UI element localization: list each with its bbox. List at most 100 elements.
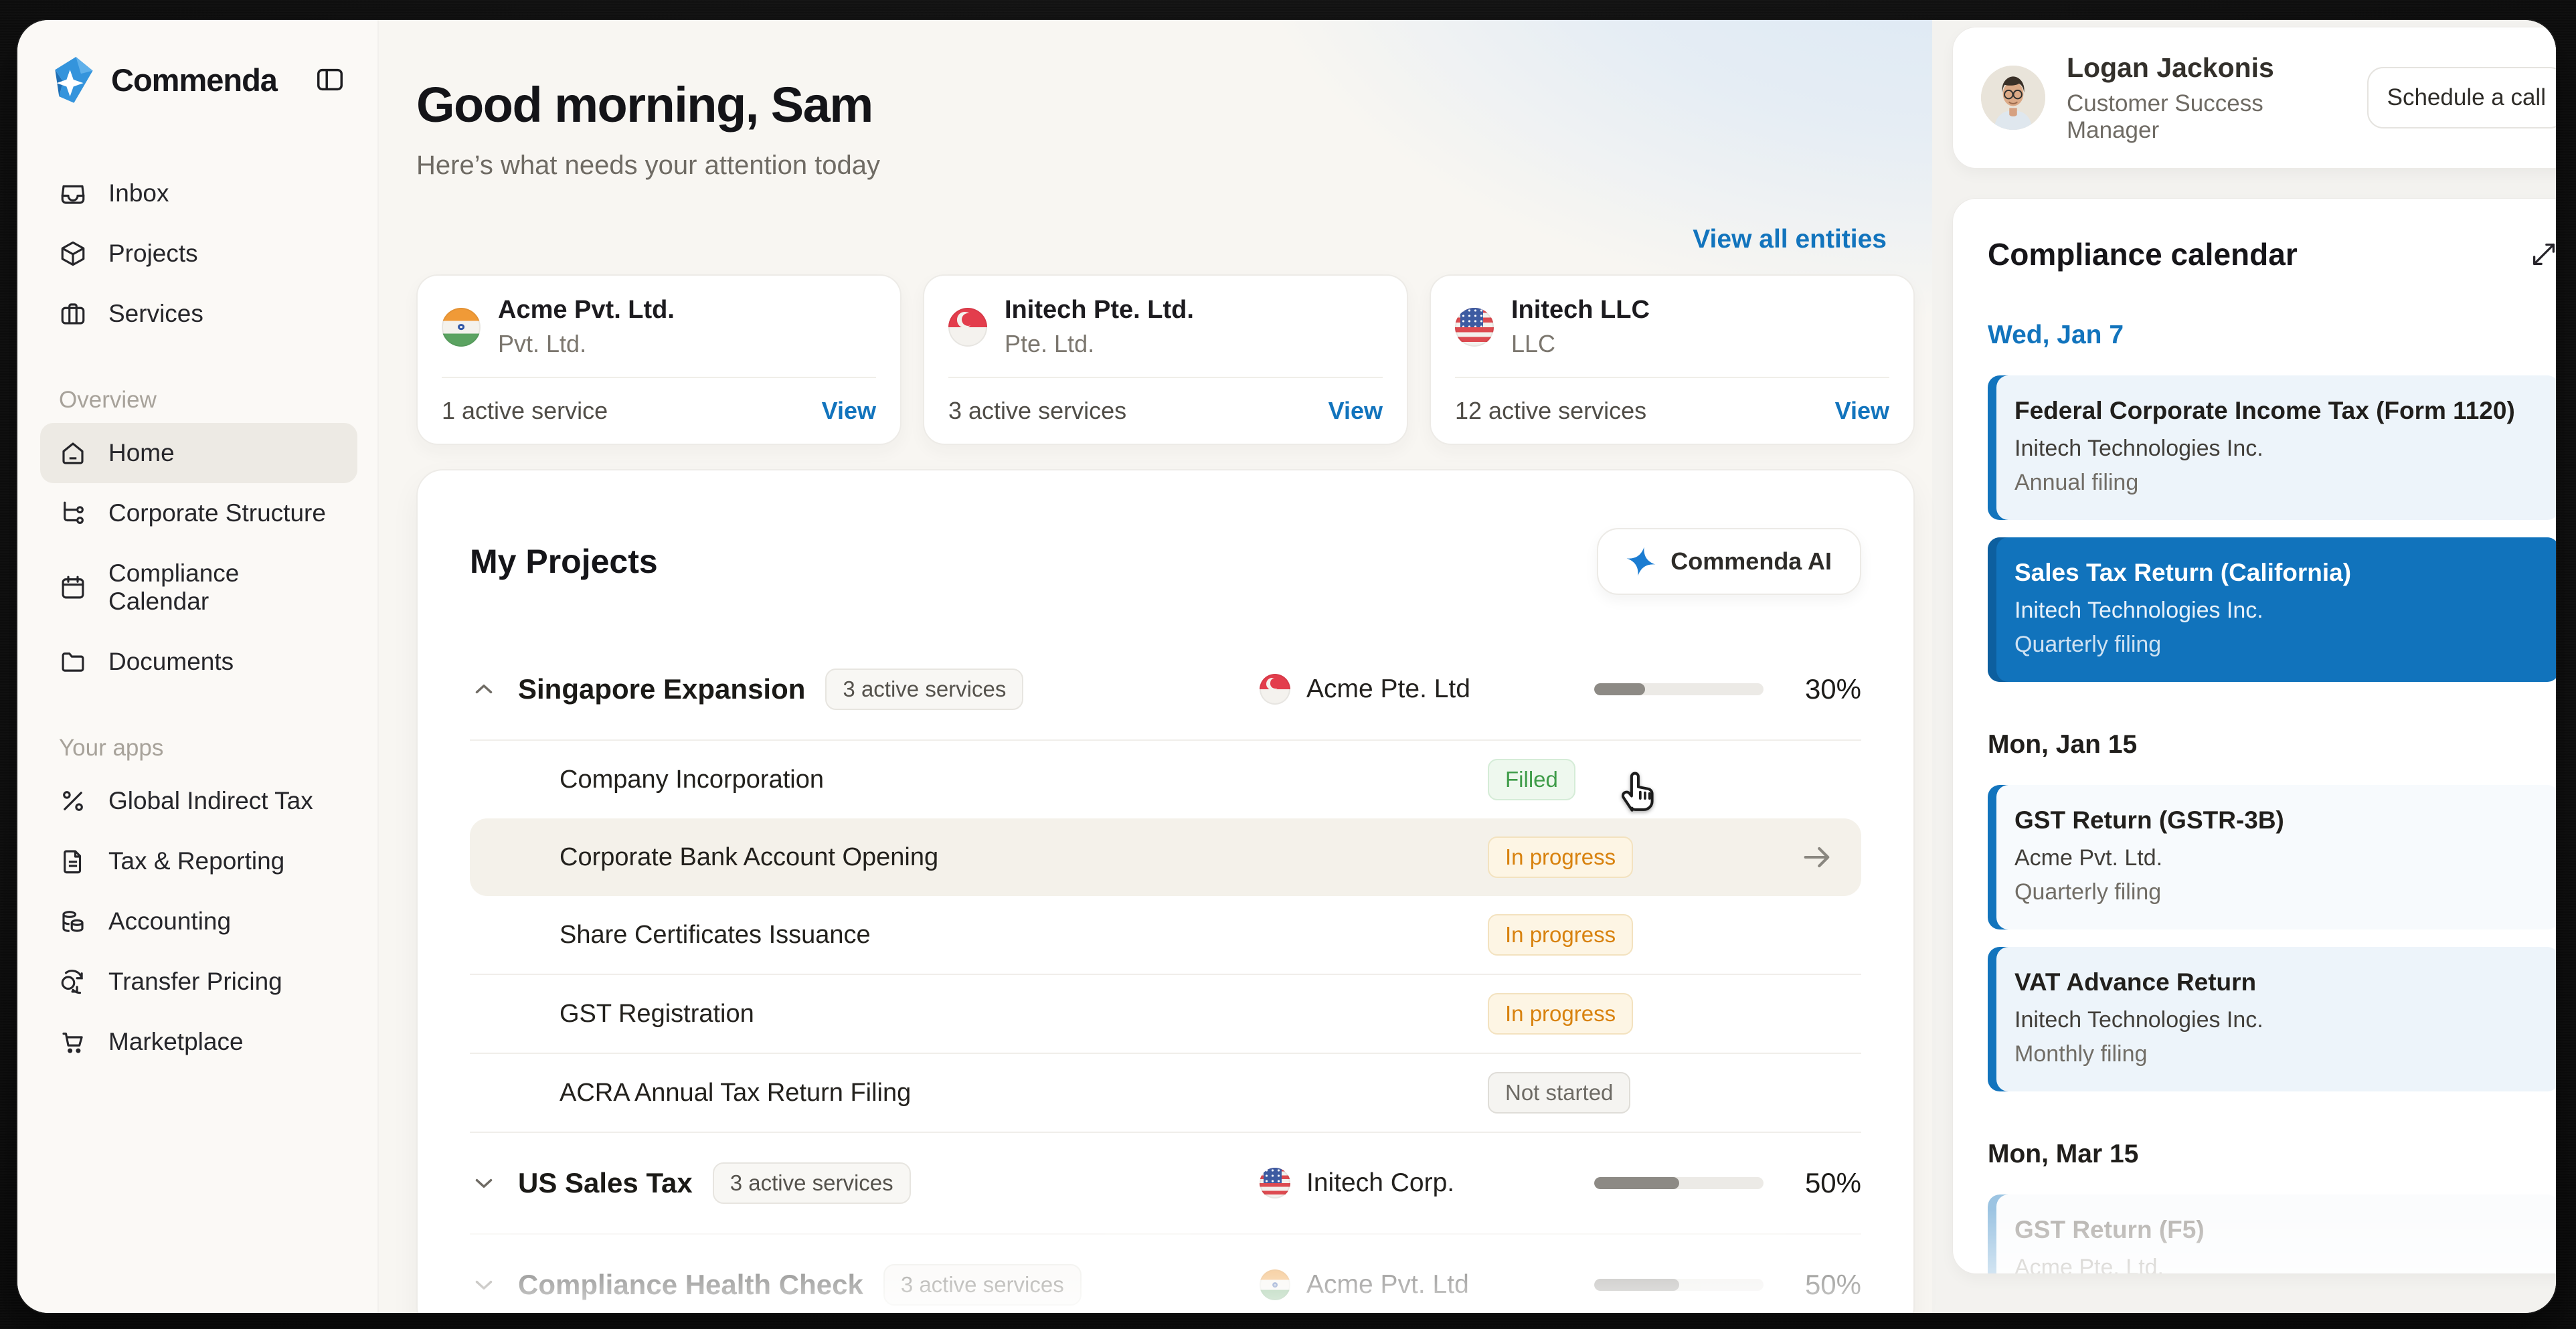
- calendar-event-gst-f5[interactable]: GST Return (F5) Acme Pte. Ltd. Quarterly…: [1988, 1194, 2556, 1274]
- entity-type: Pte. Ltd.: [1005, 330, 1095, 357]
- project-group-name: Singapore Expansion: [518, 673, 806, 705]
- sidebar-item-corporate-structure[interactable]: Corporate Structure: [40, 483, 357, 543]
- project-group-singapore-expansion[interactable]: Singapore Expansion 3 active services Ac…: [470, 639, 1861, 739]
- task-name: ACRA Annual Tax Return Filing: [560, 1078, 912, 1107]
- chevron-down-icon: [475, 1178, 493, 1188]
- entity-services-count: 12 active services: [1455, 397, 1647, 424]
- calendar-event-form-1120[interactable]: Federal Corporate Income Tax (Form 1120)…: [1988, 375, 2556, 520]
- csm-role: Customer Success Manager: [2067, 90, 2263, 143]
- sidebar-item-projects[interactable]: Projects: [40, 224, 357, 284]
- status-badge: Not started: [1488, 1072, 1631, 1114]
- briefcase-icon: [61, 303, 85, 325]
- entity-card-initech-llc[interactable]: Initech LLC LLC 12 active services View: [1430, 274, 1915, 445]
- sidebar-item-accounting[interactable]: Accounting: [40, 891, 357, 952]
- status-badge: In progress: [1488, 836, 1634, 878]
- singapore-flag-icon: [1260, 674, 1290, 705]
- sidebar-item-tax-reporting[interactable]: Tax & Reporting: [40, 831, 357, 891]
- divider: [1455, 377, 1889, 378]
- entity-card-acme-pvt[interactable]: Acme Pvt. Ltd. Pvt. Ltd. 1 active servic…: [416, 274, 901, 445]
- entity-type: Pvt. Ltd.: [498, 330, 587, 357]
- sidebar-item-label: Accounting: [108, 907, 232, 935]
- sidebar-item-compliance-calendar[interactable]: Compliance Calendar: [40, 543, 357, 632]
- sidebar-item-label: Compliance Calendar: [108, 559, 240, 615]
- task-row-gst-registration[interactable]: GST Registration In progress: [470, 974, 1861, 1053]
- transfer-arrows-icon: [61, 970, 83, 994]
- cart-icon: [62, 1033, 83, 1053]
- sidebar-item-label: Tax & Reporting: [108, 847, 285, 875]
- calendar-event-vat-advance-return[interactable]: VAT Advance Return Initech Technologies …: [1988, 947, 2556, 1091]
- event-entity: Initech Technologies Inc.: [2014, 436, 2263, 461]
- calendar-date-jan7: Wed, Jan 7: [1988, 321, 2124, 349]
- entity-view-link[interactable]: View: [822, 397, 876, 425]
- task-name: Corporate Bank Account Opening: [560, 843, 939, 871]
- cube-icon: [61, 241, 85, 266]
- event-title: GST Return (F5): [2014, 1216, 2205, 1243]
- project-group-compliance-health-check[interactable]: Compliance Health Check 3 active service…: [470, 1233, 1861, 1313]
- sidebar-item-label: Global Indirect Tax: [108, 787, 313, 814]
- sidebar-item-label: Transfer Pricing: [108, 968, 282, 995]
- brand: Commenda: [40, 55, 357, 104]
- entity-view-link[interactable]: View: [1328, 397, 1383, 425]
- active-services-badge: 3 active services: [883, 1264, 1082, 1306]
- compliance-calendar-card: Compliance calendar Wed, Jan 7 Federal C…: [1952, 198, 2556, 1274]
- project-group-us-sales-tax[interactable]: US Sales Tax 3 active services Initech C…: [470, 1132, 1861, 1233]
- commenda-logo-icon: [48, 55, 98, 104]
- india-flag-icon: [1260, 1269, 1290, 1300]
- sidebar-item-home[interactable]: Home: [40, 423, 357, 483]
- sidebar-item-label: Documents: [108, 648, 234, 675]
- main-content: Good morning, Sam Here’s what needs your…: [379, 20, 1932, 1313]
- progress-bar: [1594, 1279, 1764, 1291]
- entity-card-initech-pte[interactable]: Initech Pte. Ltd. Pte. Ltd. 3 active ser…: [923, 274, 1408, 445]
- sidebar: Commenda Inbox Projects Services Overvie…: [17, 20, 379, 1313]
- event-entity: Initech Technologies Inc.: [2014, 598, 2263, 623]
- status-badge: In progress: [1488, 914, 1634, 956]
- sidebar-item-global-indirect-tax[interactable]: Global Indirect Tax: [40, 771, 357, 831]
- sidebar-item-services[interactable]: Services: [40, 284, 357, 344]
- calendar-event-sales-tax-california[interactable]: Sales Tax Return (California) Initech Te…: [1988, 537, 2556, 682]
- us-flag-icon: [1455, 307, 1494, 347]
- entity-view-link[interactable]: View: [1835, 397, 1889, 425]
- task-row-corporate-bank-account-opening[interactable]: Corporate Bank Account Opening In progre…: [470, 818, 1861, 896]
- folder-icon: [62, 652, 84, 672]
- percent-icon: [63, 791, 83, 811]
- sidebar-item-label: Inbox: [108, 179, 169, 207]
- task-row-share-certificates-issuance[interactable]: Share Certificates Issuance In progress: [470, 896, 1861, 974]
- progress-percent: 50%: [1804, 1167, 1861, 1199]
- commenda-ai-button[interactable]: Commenda AI: [1597, 528, 1861, 595]
- divider: [442, 377, 876, 378]
- mouse-cursor-hand: [1621, 772, 1654, 812]
- sidebar-collapse-icon[interactable]: [311, 60, 349, 99]
- event-cadence: Quarterly filing: [2014, 632, 2162, 657]
- entity-services-count: 1 active service: [442, 397, 608, 424]
- entity-cards-row: Acme Pvt. Ltd. Pvt. Ltd. 1 active servic…: [416, 274, 1915, 445]
- sidebar-menu: Inbox Projects Services Overview Home Co…: [40, 163, 357, 1072]
- sidebar-item-label: Marketplace: [108, 1028, 244, 1055]
- event-entity: Acme Pte. Ltd.: [2014, 1255, 2164, 1274]
- task-row-acra-annual-tax-return[interactable]: ACRA Annual Tax Return Filing Not starte…: [470, 1053, 1861, 1132]
- event-title: VAT Advance Return: [2014, 968, 2257, 996]
- my-projects-panel: My Projects Commenda AI Singapore Expans…: [416, 469, 1915, 1313]
- sidebar-item-transfer-pricing[interactable]: Transfer Pricing: [40, 952, 357, 1012]
- sidebar-item-marketplace[interactable]: Marketplace: [40, 1012, 357, 1072]
- calendar-event-gstr-3b[interactable]: GST Return (GSTR-3B) Acme Pvt. Ltd. Quar…: [1988, 785, 2556, 929]
- sidebar-item-label: Home: [108, 439, 175, 466]
- right-panel: Logan Jackonis Customer Success Manager …: [1932, 20, 2556, 1313]
- sidebar-item-label: Corporate Structure: [108, 499, 326, 527]
- sidebar-item-documents[interactable]: Documents: [40, 632, 357, 692]
- inbox-icon: [61, 185, 85, 204]
- expand-icon[interactable]: [2528, 239, 2556, 270]
- schedule-call-button[interactable]: Schedule a call: [2367, 67, 2556, 128]
- calendar-date-mar15: Mon, Mar 15: [1988, 1140, 2139, 1168]
- view-all-entities-link[interactable]: View all entities: [1693, 225, 1887, 254]
- org-structure-icon: [64, 501, 84, 524]
- progress-bar: [1594, 1177, 1764, 1189]
- entity-name: Initech Pte. Ltd.: [1005, 296, 1194, 324]
- sidebar-item-inbox[interactable]: Inbox: [40, 163, 357, 224]
- chevron-up-icon: [475, 685, 493, 694]
- arrow-right-icon: [1804, 847, 1830, 868]
- projects-title: My Projects: [470, 543, 658, 580]
- calendar-title: Compliance calendar: [1988, 237, 2298, 272]
- task-name: Company Incorporation: [560, 765, 824, 794]
- sidebar-item-label: Projects: [108, 240, 198, 267]
- event-entity: Initech Technologies Inc.: [2014, 1007, 2263, 1033]
